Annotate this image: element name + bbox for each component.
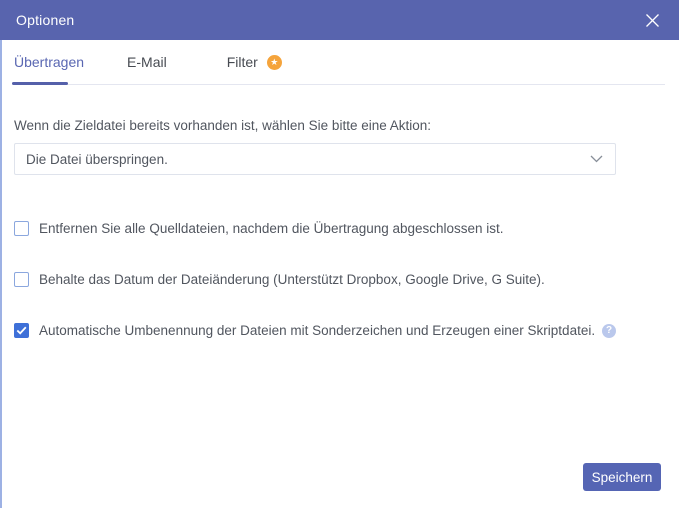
options-dialog: Optionen Übertragen E-Mail Filter ★ Wenn… [0, 0, 679, 508]
conflict-action-select[interactable]: Die Datei überspringen. [14, 143, 616, 175]
checkbox-row-remove-source: Entfernen Sie alle Quelldateien, nachdem… [14, 221, 665, 236]
close-icon[interactable] [643, 11, 661, 29]
dialog-titlebar: Optionen [0, 0, 679, 40]
help-icon[interactable]: ? [602, 324, 616, 338]
premium-star-icon: ★ [267, 55, 282, 70]
tab-bar: Übertragen E-Mail Filter ★ [14, 40, 665, 85]
checkbox-label: Entfernen Sie alle Quelldateien, nachdem… [39, 221, 504, 236]
tab-email[interactable]: E-Mail [127, 40, 167, 84]
checkbox-auto-rename[interactable] [14, 323, 29, 338]
tab-uebertragen[interactable]: Übertragen [14, 40, 84, 84]
checkbox-row-auto-rename: Automatische Umbenennung der Dateien mit… [14, 323, 665, 338]
dialog-title: Optionen [16, 12, 74, 28]
chevron-down-icon [590, 150, 603, 168]
checkbox-row-keep-date: Behalte das Datum der Dateiänderung (Unt… [14, 272, 665, 287]
conflict-action-label: Wenn die Zieldatei bereits vorhanden ist… [14, 118, 665, 133]
tab-label: Filter [227, 54, 258, 70]
dialog-left-border [0, 40, 2, 508]
tab-label: Übertragen [14, 54, 84, 70]
tab-filter[interactable]: Filter ★ [227, 40, 282, 84]
save-button[interactable]: Speichern [583, 463, 661, 491]
checkmark-icon [16, 326, 27, 335]
tab-label: E-Mail [127, 54, 167, 70]
checkbox-keep-date[interactable] [14, 272, 29, 287]
selected-option: Die Datei überspringen. [26, 152, 168, 167]
checkbox-label: Automatische Umbenennung der Dateien mit… [39, 323, 595, 338]
checkbox-label: Behalte das Datum der Dateiänderung (Unt… [39, 272, 545, 287]
tab-content-uebertragen: Wenn die Zieldatei bereits vorhanden ist… [0, 118, 679, 338]
checkbox-remove-source[interactable] [14, 221, 29, 236]
